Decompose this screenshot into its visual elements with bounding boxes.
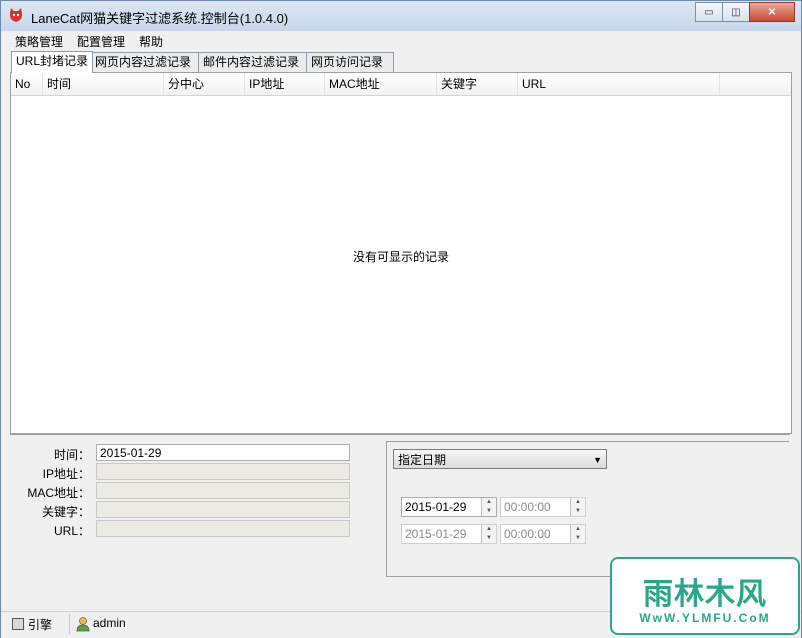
date-mode-value: 指定日期	[398, 453, 447, 467]
watermark-brand: 雨林木风	[643, 577, 767, 612]
title-bar[interactable]: LaneCat网猫关键字过滤系统.控制台(1.0.4.0) ▭ ◫ ✕	[1, 1, 801, 32]
column-keyword[interactable]: 关键字	[437, 73, 518, 95]
minimize-icon: ▭	[704, 6, 714, 18]
site-watermark: 雨林木风 WwW.YLMFU.CoM	[610, 557, 800, 635]
tab-web-content-filter[interactable]: 网页内容过滤记录	[90, 52, 203, 72]
url-field[interactable]	[96, 520, 350, 537]
start-time-spin-icon[interactable]: ▲ ▼	[570, 498, 585, 516]
user-icon	[76, 617, 90, 632]
end-time-picker[interactable]: 00:00:00 ▲ ▼	[500, 524, 586, 544]
engine-status-icon	[12, 618, 24, 630]
window-title: LaneCat网猫关键字过滤系统.控制台(1.0.4.0)	[31, 11, 289, 26]
records-list[interactable]: No 时间 分中心 IP地址 MAC地址 关键字 URL 没有可显示的记录	[10, 72, 792, 434]
cat-logo-icon	[9, 8, 23, 22]
watermark-url: WwW.YLMFU.CoM	[639, 611, 771, 625]
date-mode-select[interactable]: 指定日期 ▼	[393, 449, 607, 469]
close-button[interactable]: ✕	[749, 2, 795, 22]
keyword-field[interactable]	[96, 501, 350, 518]
menu-config[interactable]: 配置管理	[77, 33, 125, 50]
column-time[interactable]: 时间	[43, 73, 164, 95]
engine-label: 引擎	[28, 618, 53, 632]
end-time-value: 00:00:00	[504, 527, 551, 541]
tab-mail-content-filter[interactable]: 邮件内容过滤记录	[198, 52, 311, 72]
ip-label: IP地址：	[42, 467, 90, 481]
mac-field[interactable]	[96, 482, 350, 499]
start-date-value: 2015-01-29	[405, 500, 467, 514]
maximize-button[interactable]: ◫	[722, 2, 750, 22]
start-date-spin-icon[interactable]: ▲ ▼	[481, 498, 496, 516]
column-mac[interactable]: MAC地址	[325, 73, 437, 95]
keyword-label: 关键字：	[41, 505, 90, 519]
menu-policy[interactable]: 策略管理	[15, 33, 63, 50]
current-user: admin	[93, 616, 126, 630]
tab-web-access[interactable]: 网页访问记录	[306, 52, 394, 72]
end-time-spin-icon[interactable]: ▲ ▼	[570, 525, 585, 543]
maximize-icon: ◫	[731, 6, 741, 18]
start-time-value: 00:00:00	[504, 500, 551, 514]
empty-message: 没有可显示的记录	[352, 250, 449, 264]
start-date-picker[interactable]: 2015-01-29 ▲ ▼	[401, 497, 497, 517]
dropdown-arrow-icon: ▼	[593, 455, 602, 465]
tab-url-block[interactable]: URL封堵记录	[11, 51, 93, 73]
mac-label: MAC地址：	[27, 486, 90, 500]
start-time-picker[interactable]: 00:00:00 ▲ ▼	[500, 497, 586, 517]
end-date-picker[interactable]: 2015-01-29 ▲ ▼	[401, 524, 497, 544]
ip-field[interactable]	[96, 463, 350, 480]
menu-help[interactable]: 帮助	[139, 33, 163, 50]
time-field[interactable]: 2015-01-29	[96, 444, 350, 461]
column-ip[interactable]: IP地址	[245, 73, 325, 95]
column-url[interactable]: URL	[518, 73, 720, 95]
table-header: No 时间 分中心 IP地址 MAC地址 关键字 URL	[11, 73, 791, 96]
close-icon: ✕	[767, 6, 777, 18]
end-date-spin-icon[interactable]: ▲ ▼	[481, 525, 496, 543]
end-date-value: 2015-01-29	[405, 527, 467, 541]
minimize-button[interactable]: ▭	[695, 2, 723, 22]
url-label: URL：	[53, 524, 90, 538]
column-branch[interactable]: 分中心	[164, 73, 245, 95]
main-window: LaneCat网猫关键字过滤系统.控制台(1.0.4.0) ▭ ◫ ✕ 策略管理…	[0, 0, 802, 638]
menu-bar: 策略管理 配置管理 帮助	[1, 31, 801, 50]
status-separator	[69, 614, 70, 634]
column-no[interactable]: No	[11, 73, 43, 95]
time-label: 时间：	[53, 448, 90, 462]
